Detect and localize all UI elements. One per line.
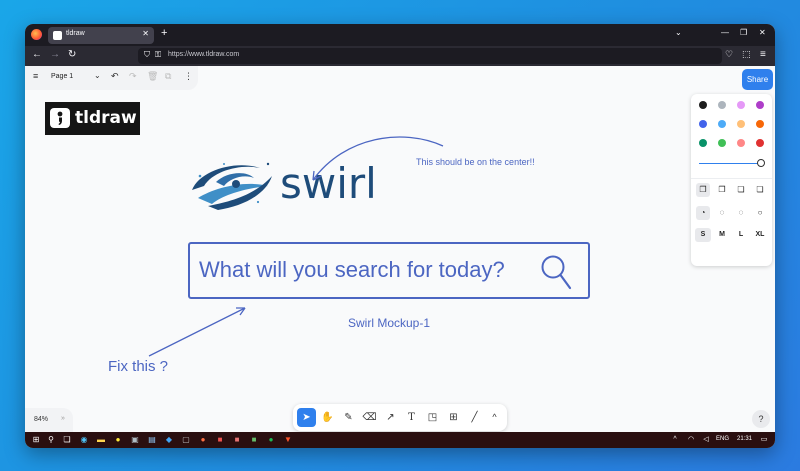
zoom-panel: 84% » [25,408,73,432]
pocket-icon[interactable]: ♡ [725,49,733,60]
new-tab-button[interactable]: + [161,27,167,39]
volume-icon[interactable]: ◁ [701,435,711,445]
select-tool-icon[interactable]: ➤ [297,408,316,427]
shield-icon[interactable]: ⛉ [144,50,150,60]
back-icon[interactable]: ← [32,49,42,60]
tldraw-canvas[interactable]: ≡ Page 1 ⌄ ↶ ↷ 🗑 ⧉ ⋮ Share ❐ ❐ ❏ ❏ ◔ ◌ ◌… [25,66,775,432]
maximize-icon[interactable]: ❐ [740,28,747,37]
arrow-to-logo [312,136,444,181]
close-window-icon[interactable]: ✕ [759,28,766,37]
lock-icon[interactable]: ⚿ [155,50,161,60]
eraser-tool-icon[interactable]: ⌫ [360,408,379,427]
file-explorer-icon[interactable]: ▬ [96,435,106,445]
reload-icon[interactable]: ↻ [68,49,76,60]
tab-tldraw[interactable]: tldraw ✕ [48,27,154,44]
arrow-to-searchbox [148,307,246,357]
search-icon[interactable]: ⚲ [46,435,56,445]
forward-icon[interactable]: → [50,49,60,60]
tray-chevron-up-icon[interactable]: ^ [670,435,680,445]
asset-tool-icon[interactable]: ⊞ [444,408,463,427]
vscode-icon[interactable]: ◆ [164,435,174,445]
more-tools-chevron-up-icon[interactable]: ^ [485,408,504,427]
app-icon[interactable]: ▣ [130,435,140,445]
browser-window: tldraw ✕ + ⌄ — ❐ ✕ ← → ↻ ⛉ ⚿ https://www… [25,24,775,448]
text-tool-icon[interactable]: T [402,408,421,427]
firefox-taskbar-icon[interactable]: ● [198,435,208,445]
wifi-icon[interactable]: ◠ [686,435,696,445]
zoom-level[interactable]: 84% [34,416,48,423]
help-button[interactable]: ? [752,410,770,428]
minimize-icon[interactable]: — [721,28,729,37]
nav-bar: ← → ↻ ⛉ ⚿ https://www.tldraw.com ♡ ⬚ ≡ [25,46,775,66]
url-bar[interactable]: ⛉ ⚿ https://www.tldraw.com [138,48,722,64]
app-icon-3[interactable]: ■ [215,435,225,445]
chrome-icon[interactable]: ● [113,435,123,445]
arrow-tool-icon[interactable]: ↗ [381,408,400,427]
brave-icon[interactable]: ▼ [283,435,293,445]
tldraw-favicon-icon [53,31,62,40]
extensions-icon[interactable]: ⬚ [742,49,751,60]
tab-close-button[interactable]: ✕ [142,29,149,38]
edge-icon[interactable]: ◉ [79,435,89,445]
line-tool-icon[interactable]: ╱ [465,408,484,427]
hand-tool-icon[interactable]: ✋ [318,408,337,427]
spotify-icon[interactable]: ● [266,435,276,445]
tool-bar: ➤ ✋ ✎ ⌫ ↗ T ◳ ⊞ ╱ ^ [293,404,507,431]
note-tool-icon[interactable]: ◳ [423,408,442,427]
app-icon-5[interactable]: ■ [249,435,259,445]
menu-icon[interactable]: ≡ [760,49,766,60]
tab-title: tldraw [66,30,85,37]
firefox-logo-icon[interactable] [31,29,42,40]
url-text[interactable]: https://www.tldraw.com [168,51,239,58]
minimap-toggle-icon[interactable]: » [61,415,65,422]
app-icon-4[interactable]: ■ [232,435,242,445]
arrow-shapes[interactable] [25,66,775,432]
language-indicator[interactable]: ENG [716,436,729,442]
os-taskbar: ⊞ ⚲ ❏ ◉ ▬ ● ▣ ▤ ◆ ▢ ● ■ ■ ■ ● ▼ ^ ◠ ◁ EN… [25,432,775,448]
tab-bar: tldraw ✕ + ⌄ — ❐ ✕ [25,24,775,46]
start-icon[interactable]: ⊞ [31,435,41,445]
notifications-icon[interactable]: ▭ [759,435,769,445]
list-tabs-icon[interactable]: ⌄ [675,28,682,37]
terminal-icon[interactable]: ▤ [147,435,157,445]
draw-tool-icon[interactable]: ✎ [339,408,358,427]
app-icon-2[interactable]: ▢ [181,435,191,445]
task-view-icon[interactable]: ❏ [62,435,72,445]
clock[interactable]: 21:31 [737,436,752,442]
